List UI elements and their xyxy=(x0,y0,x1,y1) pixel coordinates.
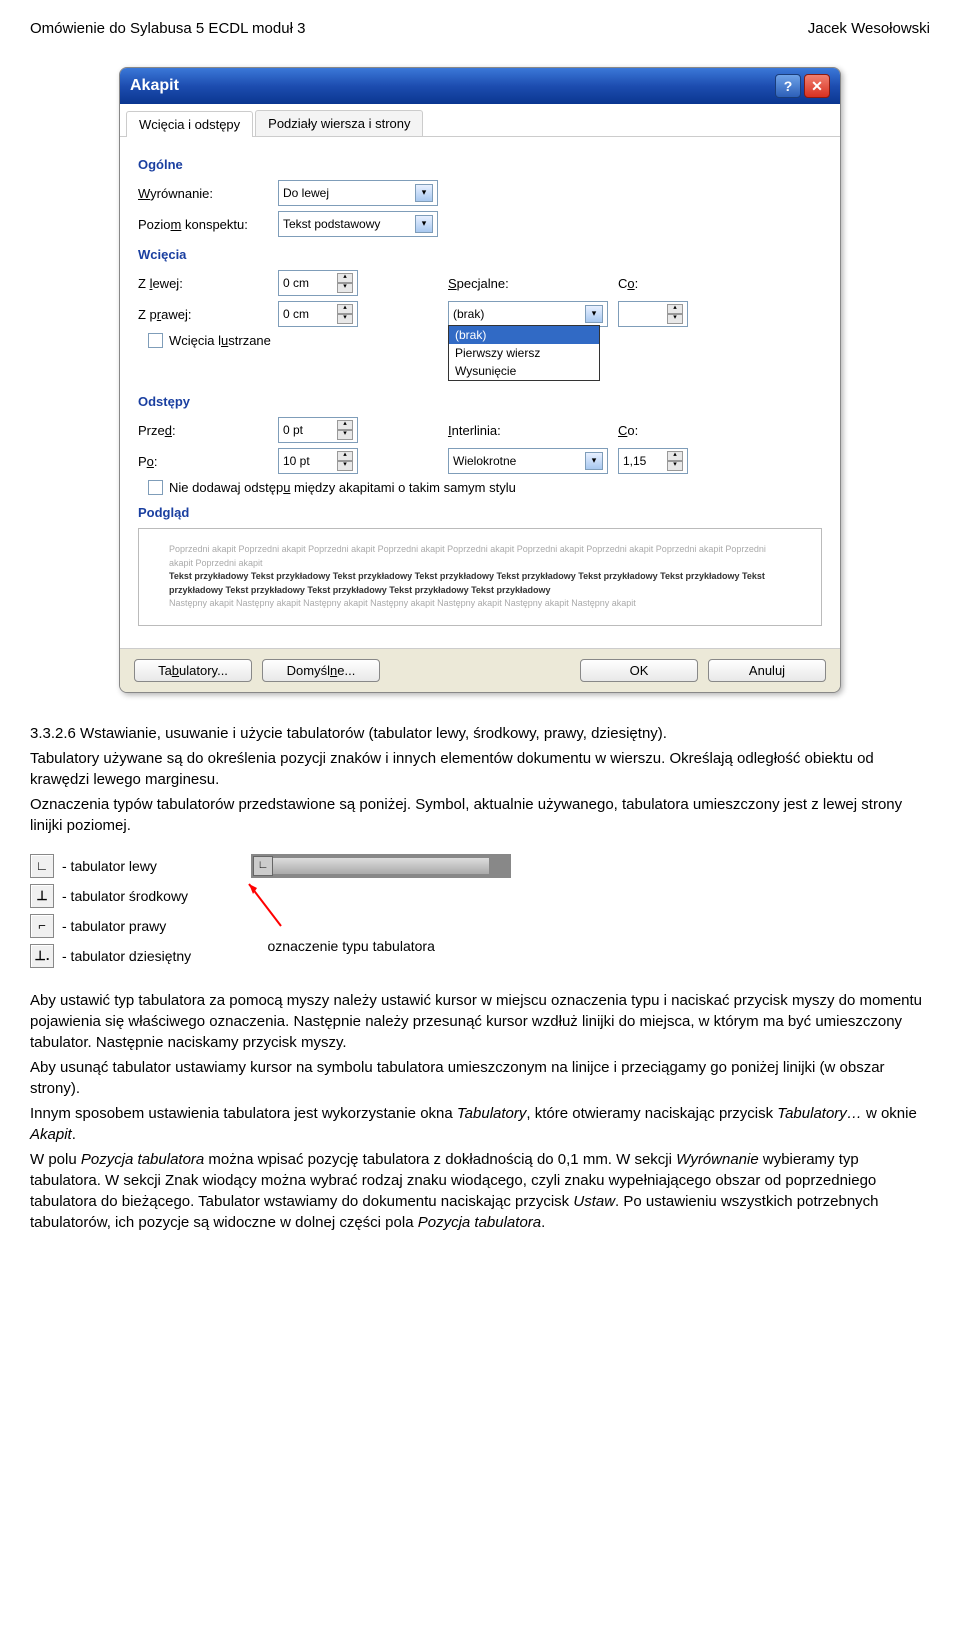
label-linespacing: Interlinia: xyxy=(448,423,538,438)
label-alignment: Wyrównanie: xyxy=(138,186,268,201)
preview-prev: Poprzedni akapit Poprzedni akapit Poprze… xyxy=(169,543,791,570)
label-left: Z lewej: xyxy=(138,276,268,291)
chevron-down-icon: ▾ xyxy=(415,215,433,233)
spin-down-icon[interactable]: ▾ xyxy=(667,314,683,324)
spin-up-icon[interactable]: ▴ xyxy=(337,451,353,461)
label-by: Co: xyxy=(618,276,638,291)
section-heading: 3.3.2.6 Wstawianie, usuwanie i użycie ta… xyxy=(30,723,930,744)
dropdown-option[interactable]: (brak) xyxy=(449,326,599,344)
paragraph: Tabulatory używane są do określenia pozy… xyxy=(30,748,930,790)
outline-combo[interactable]: Tekst podstawowy ▾ xyxy=(278,211,438,237)
ruler-caption: oznaczenie typu tabulatora xyxy=(191,938,511,954)
paragraph: Oznaczenia typów tabulatorów przedstawio… xyxy=(30,794,930,836)
alignment-combo[interactable]: Do lewej ▾ xyxy=(278,180,438,206)
spin-down-icon[interactable]: ▾ xyxy=(337,314,353,324)
label-outline: Poziom konspektu: xyxy=(138,217,268,232)
dialog-tabs: Wcięcia i odstępy Podziały wiersza i str… xyxy=(120,104,840,137)
label-special: Specjalne: xyxy=(448,276,538,291)
spin-up-icon[interactable]: ▴ xyxy=(667,304,683,314)
tab-breaks[interactable]: Podziały wiersza i strony xyxy=(255,110,423,136)
dialog-button-bar: Tabulatory... Domyślne... OK Anuluj xyxy=(120,648,840,692)
preview-next: Następny akapit Następny akapit Następny… xyxy=(169,597,791,611)
spin-up-icon[interactable]: ▴ xyxy=(337,273,353,283)
titlebar: Akapit ? ✕ xyxy=(120,68,840,104)
tabstop-label: - tabulator lewy xyxy=(62,858,157,874)
label-mirror: Wcięcia lustrzane xyxy=(169,333,271,348)
paragraph: Aby usunąć tabulator ustawiamy kursor na… xyxy=(30,1057,930,1099)
spin-down-icon[interactable]: ▾ xyxy=(667,461,683,471)
before-spinner[interactable]: 0 pt ▴▾ xyxy=(278,417,358,443)
preview-box: Poprzedni akapit Poprzedni akapit Poprze… xyxy=(138,528,822,626)
cancel-button[interactable]: Anuluj xyxy=(708,659,826,682)
page-header: Omówienie do Sylabusa 5 ECDL moduł 3 Jac… xyxy=(30,20,930,37)
label-right: Z prawej: xyxy=(138,307,268,322)
label-nospace: Nie dodawaj odstępu między akapitami o t… xyxy=(169,480,516,495)
tab-center-icon: ⊥ xyxy=(30,884,54,908)
spin-down-icon[interactable]: ▾ xyxy=(337,430,353,440)
spin-up-icon[interactable]: ▴ xyxy=(337,304,353,314)
linespacing-combo[interactable]: Wielokrotne ▾ xyxy=(448,448,608,474)
tabstop-label: - tabulator prawy xyxy=(62,918,166,934)
special-dropdown-list: (brak) Pierwszy wiersz Wysunięcie xyxy=(448,325,600,381)
nospace-checkbox[interactable] xyxy=(148,480,163,495)
ruler-tab-selector: ∟ xyxy=(253,856,273,876)
close-icon[interactable]: ✕ xyxy=(804,74,830,98)
section-general: Ogólne xyxy=(138,157,822,172)
arrow-annotation xyxy=(231,876,291,936)
spin-up-icon[interactable]: ▴ xyxy=(667,451,683,461)
tab-right-icon: ⌐ xyxy=(30,914,54,938)
header-right: Jacek Wesołowski xyxy=(808,20,930,37)
header-left: Omówienie do Sylabusa 5 ECDL moduł 3 xyxy=(30,20,305,37)
tabstop-label: - tabulator środkowy xyxy=(62,888,188,904)
right-indent-spinner[interactable]: 0 cm ▴▾ xyxy=(278,301,358,327)
left-indent-spinner[interactable]: 0 cm ▴▾ xyxy=(278,270,358,296)
by-spinner[interactable]: ▴▾ xyxy=(618,301,688,327)
label-before: Przed: xyxy=(138,423,268,438)
dialog-title: Akapit xyxy=(130,77,179,95)
dropdown-option[interactable]: Wysunięcie xyxy=(449,362,599,380)
paragraph: W polu Pozycja tabulatora można wpisać p… xyxy=(30,1149,930,1233)
paragraph-dialog: Akapit ? ✕ Wcięcia i odstępy Podziały wi… xyxy=(119,67,841,693)
tabs-button[interactable]: Tabulatory... xyxy=(134,659,252,682)
spin-up-icon[interactable]: ▴ xyxy=(337,420,353,430)
special-combo[interactable]: (brak) ▾ xyxy=(448,301,608,327)
default-button[interactable]: Domyślne... xyxy=(262,659,380,682)
dropdown-option[interactable]: Pierwszy wiersz xyxy=(449,344,599,362)
section-preview: Podgląd xyxy=(138,505,822,520)
preview-sample: Tekst przykładowy Tekst przykładowy Teks… xyxy=(169,570,791,597)
paragraph: Innym sposobem ustawienia tabulatora jes… xyxy=(30,1103,930,1145)
paragraph: Aby ustawić typ tabulatora za pomocą mys… xyxy=(30,990,930,1053)
after-spinner[interactable]: 10 pt ▴▾ xyxy=(278,448,358,474)
tab-decimal-icon: ⊥. xyxy=(30,944,54,968)
section-indent: Wcięcia xyxy=(138,247,822,262)
help-icon[interactable]: ? xyxy=(775,74,801,98)
tab-left-icon: ∟ xyxy=(30,854,54,878)
section-spacing: Odstępy xyxy=(138,394,822,409)
chevron-down-icon: ▾ xyxy=(415,184,433,202)
chevron-down-icon: ▾ xyxy=(585,452,603,470)
tab-indents[interactable]: Wcięcia i odstępy xyxy=(126,111,253,137)
at-spinner[interactable]: 1,15 ▴▾ xyxy=(618,448,688,474)
dialog-panel: Ogólne Wyrównanie: Do lewej ▾ Poziom kon… xyxy=(120,137,840,648)
label-after: Po: xyxy=(138,454,268,469)
chevron-down-icon: ▾ xyxy=(585,305,603,323)
mirror-checkbox[interactable] xyxy=(148,333,163,348)
document-body: 3.3.2.6 Wstawianie, usuwanie i użycie ta… xyxy=(30,723,930,1233)
tabstop-label: - tabulator dziesiętny xyxy=(62,948,191,964)
ok-button[interactable]: OK xyxy=(580,659,698,682)
label-at: Co: xyxy=(618,423,638,438)
spin-down-icon[interactable]: ▾ xyxy=(337,461,353,471)
ruler-image: ∟ xyxy=(251,854,511,878)
spin-down-icon[interactable]: ▾ xyxy=(337,283,353,293)
